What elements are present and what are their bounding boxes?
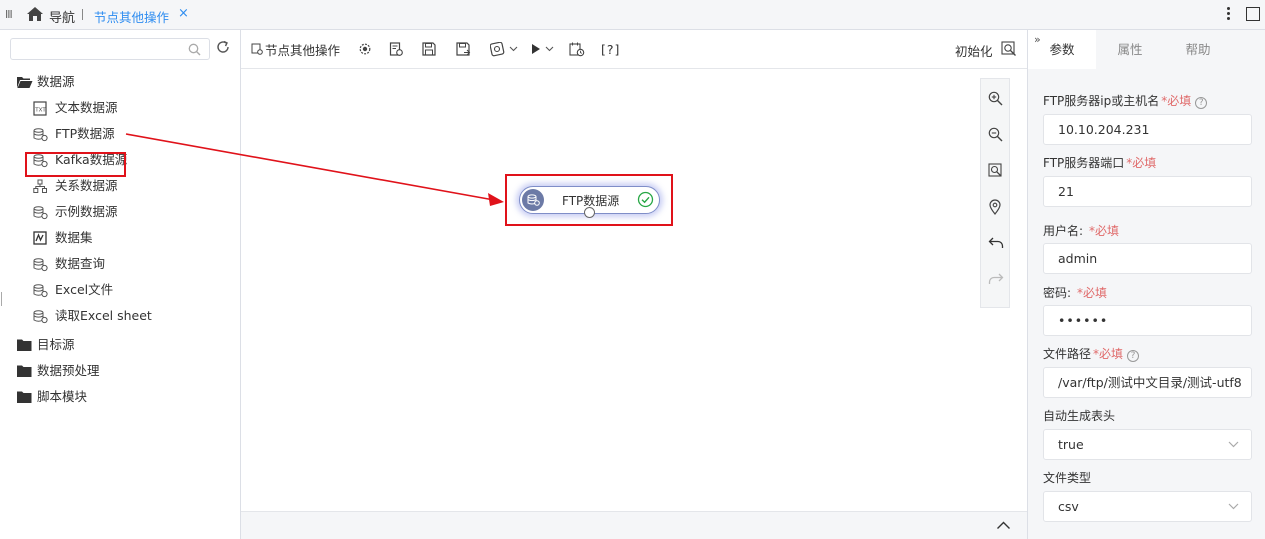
flow-node-ftp-source[interactable]: FTP数据源 [519, 186, 660, 218]
tab-separator [82, 9, 83, 20]
help-icon: [?] [601, 41, 621, 57]
folder-icon [17, 365, 32, 377]
tree-search-input[interactable] [10, 38, 210, 60]
help-button[interactable]: [?] [601, 41, 620, 57]
property-panel: » 参数 属性 帮助 FTP服务器ip或主机名 *必填? 10.10.204.23… [1027, 30, 1265, 539]
fit-view-button[interactable] [1001, 41, 1017, 57]
chevron-down-icon [509, 46, 518, 52]
help-icon[interactable]: ? [1195, 97, 1208, 109]
folder-icon [17, 339, 32, 351]
zoom-actual-icon[interactable] [988, 163, 1003, 178]
ftp-port-input[interactable]: 21 [1043, 176, 1252, 207]
folder-icon [17, 391, 32, 403]
save-button[interactable] [422, 41, 436, 57]
svg-text:TXT: TXT [34, 108, 46, 114]
save-as-button[interactable] [456, 41, 471, 57]
field-label-auto-header: 自动生成表头 [1043, 409, 1116, 423]
chevron-down-icon [1228, 503, 1239, 510]
help-icon[interactable]: ? [1127, 350, 1140, 362]
highlight-box-ftp-item [25, 152, 126, 177]
zoom-fit-icon [1001, 41, 1016, 56]
database-source-icon [527, 194, 540, 206]
save-as-icon [456, 41, 471, 56]
relation-source-icon [33, 179, 47, 193]
run-dropdown-button[interactable] [531, 41, 554, 57]
database-source-icon [33, 310, 48, 324]
auto-header-select[interactable]: true [1043, 429, 1252, 460]
nav-tab[interactable]: 导航 [49, 7, 75, 26]
canvas-bottom-panel [241, 511, 1027, 539]
file-path-input[interactable]: /var/ftp/测试中文目录/测试-utf8 [1043, 367, 1252, 398]
database-source-icon [33, 258, 48, 272]
home-icon[interactable] [26, 6, 44, 22]
node-info-button[interactable] [389, 41, 404, 57]
field-label-file-type: 文件类型 [1043, 471, 1092, 485]
panel-resize-handle[interactable] [1, 292, 2, 306]
maximize-icon[interactable] [1246, 7, 1260, 21]
config-icon [490, 41, 505, 56]
canvas-zoom-tools [980, 78, 1010, 308]
tab-help[interactable]: 帮助 [1164, 30, 1232, 69]
play-icon [532, 44, 540, 54]
node-type-icon [522, 189, 544, 211]
top-bar: III 导航 节点其他操作 × [0, 0, 1265, 30]
document-gear-icon [389, 41, 403, 56]
component-tree-panel: 数据源 TXT 文本数据源 FTP数据源 Kafka数据源 关系数据源 示例数据… [0, 30, 241, 539]
field-label-ftp-port: FTP服务器端口 *必填 [1043, 156, 1157, 170]
field-label-ftp-host: FTP服务器ip或主机名 *必填? [1043, 92, 1208, 109]
node-ops-button[interactable]: 节点其他操作 [251, 41, 340, 58]
close-tab-icon[interactable]: × [178, 6, 189, 21]
field-label-password: 密码: *必填 [1043, 286, 1108, 300]
dataset-icon [33, 231, 47, 245]
tab-attributes[interactable]: 属性 [1096, 30, 1164, 69]
zoom-in-icon[interactable] [988, 91, 1003, 106]
search-icon[interactable] [188, 43, 201, 56]
chevron-down-icon [545, 46, 554, 52]
chevron-up-icon[interactable] [996, 520, 1011, 530]
tab-params[interactable]: » 参数 [1028, 30, 1096, 69]
menu-grip-icon[interactable]: III [5, 8, 13, 21]
location-pin-icon[interactable] [988, 199, 1003, 215]
schedule-button[interactable] [569, 41, 585, 57]
database-source-icon [33, 206, 48, 220]
folder-open-icon [17, 77, 33, 88]
field-label-file-path: 文件路径 *必填? [1043, 345, 1140, 362]
username-input[interactable]: admin [1043, 243, 1252, 274]
canvas-toolbar: 节点其他操作 [?] 初始化 [241, 30, 1027, 69]
redo-icon[interactable] [988, 272, 1004, 286]
gear-icon [359, 43, 371, 55]
flow-canvas[interactable]: 节点其他操作 [?] 初始化 FTP数据源 [241, 30, 1027, 539]
zoom-out-icon[interactable] [988, 127, 1003, 142]
file-type-select[interactable]: csv [1043, 491, 1252, 522]
password-input[interactable]: •••••• [1043, 305, 1252, 336]
more-vertical-icon[interactable] [1224, 6, 1232, 24]
database-source-icon [33, 284, 48, 298]
settings-button[interactable] [358, 41, 372, 57]
text-source-icon: TXT [33, 101, 47, 116]
node-ops-icon [251, 43, 263, 55]
database-source-icon [33, 128, 48, 142]
refresh-icon[interactable] [215, 39, 231, 55]
property-tabs: » 参数 属性 帮助 [1028, 30, 1265, 69]
calendar-clock-icon [569, 42, 585, 56]
tab-node-ops[interactable]: 节点其他操作 [94, 7, 169, 26]
collapse-panel-icon[interactable]: » [1034, 20, 1041, 59]
node-output-port[interactable] [584, 207, 595, 218]
params-form: FTP服务器ip或主机名 *必填? 10.10.204.231 FTP服务器端口 *… [1028, 69, 1265, 539]
initialize-button[interactable]: 初始化 [955, 41, 993, 60]
undo-icon[interactable] [988, 236, 1004, 250]
ftp-host-input[interactable]: 10.10.204.231 [1043, 114, 1252, 145]
check-circle-icon [637, 191, 654, 208]
field-label-username: 用户名: *必填 [1043, 224, 1120, 238]
save-icon [422, 42, 436, 56]
chevron-down-icon [1228, 441, 1239, 448]
config-dropdown-button[interactable] [490, 41, 518, 57]
